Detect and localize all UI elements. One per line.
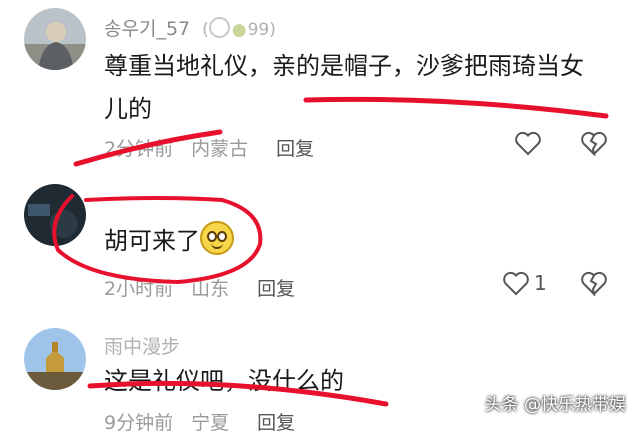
comment-item: 송우기_57(●99) 尊重当地礼仪，亲的是帽子，沙爹把雨琦当女 儿的 2分钟前… xyxy=(0,0,640,170)
avatar[interactable] xyxy=(24,184,86,246)
heart-icon xyxy=(515,131,541,156)
comment-text: 胡可来了 xyxy=(104,220,234,263)
comment-meta: 2分钟前 内蒙古 回复 xyxy=(104,134,314,161)
like-button[interactable]: 1 xyxy=(502,270,547,296)
pear-icon: ● xyxy=(231,20,247,40)
reply-button[interactable]: 回复 xyxy=(276,138,314,160)
dislike-button[interactable] xyxy=(580,270,608,296)
user-badge: (●99) xyxy=(202,17,276,40)
comment-item: 胡可来了 2小时前 山东 回复 1 xyxy=(0,170,640,310)
timestamp: 2小时前 xyxy=(104,278,174,300)
watermark: 头条 @快乐热带娱 xyxy=(484,395,626,415)
location: 山东 xyxy=(191,278,230,300)
comment-text: 尊重当地礼仪，亲的是帽子，沙爹把雨琦当女 儿的 xyxy=(104,52,584,123)
location: 宁夏 xyxy=(191,412,230,434)
timestamp: 2分钟前 xyxy=(104,138,174,160)
smile-emoji-icon xyxy=(200,221,234,255)
reply-button[interactable]: 回复 xyxy=(257,278,295,300)
dislike-button[interactable] xyxy=(580,130,608,156)
like-count: 1 xyxy=(534,271,547,295)
username[interactable]: 송우기_57(●99) xyxy=(104,14,276,41)
timestamp: 9分钟前 xyxy=(104,412,174,434)
broken-heart-icon xyxy=(581,131,607,156)
comment-meta: 2小时前 山东 回复 xyxy=(104,274,295,301)
location: 内蒙古 xyxy=(191,138,249,160)
donut-icon xyxy=(208,17,230,38)
avatar[interactable] xyxy=(24,8,86,70)
like-button[interactable] xyxy=(514,130,542,156)
comment-meta: 9分钟前 宁夏 回复 xyxy=(104,408,295,435)
avatar[interactable] xyxy=(24,328,86,390)
username[interactable]: 雨中漫步 xyxy=(104,332,180,359)
heart-icon xyxy=(503,271,529,296)
reply-button[interactable]: 回复 xyxy=(257,412,295,434)
comment-text: 这是礼仪吧，没什么的 xyxy=(104,367,344,395)
broken-heart-icon xyxy=(581,271,607,296)
